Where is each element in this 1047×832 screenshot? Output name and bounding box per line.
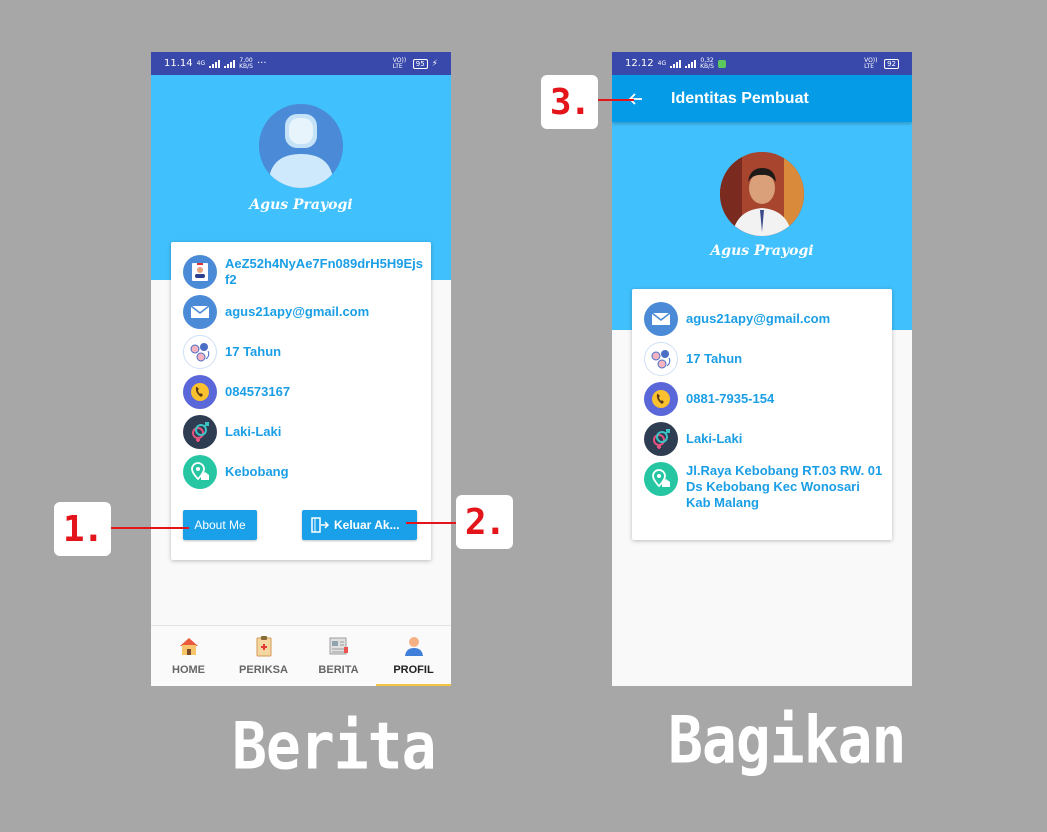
- logout-label: Keluar Ak...: [334, 518, 400, 532]
- info-email: agus21apy@gmail.com: [686, 311, 831, 326]
- location-icon: [183, 455, 217, 489]
- info-row-age: 17 Tahun: [644, 342, 884, 376]
- phone-icon: [644, 382, 678, 416]
- signal-icon-2: [224, 59, 236, 68]
- id-card-icon: [183, 255, 217, 289]
- signal-icon: [670, 59, 682, 68]
- signal-icon: [209, 59, 221, 68]
- email-icon: [644, 302, 678, 336]
- volte-indicator: VO)) LTE: [392, 56, 407, 70]
- info-row-email: agus21apy@gmail.com: [644, 302, 884, 336]
- nav-label-periksa: PERIKSA: [239, 664, 288, 676]
- info-address: Jl.Raya Kebobang RT.03 RW. 01 Ds Keboban…: [686, 463, 883, 510]
- nav-label-home: HOME: [172, 664, 205, 676]
- age-icon: [183, 335, 217, 369]
- about-me-button[interactable]: About Me: [183, 510, 257, 540]
- info-email: agus21apy@gmail.com: [225, 304, 370, 319]
- profile-photo: [720, 152, 804, 236]
- info-gender: Laki-Laki: [686, 431, 743, 446]
- network-type: 4G: [196, 59, 206, 67]
- info-row-gender: Laki-Laki: [644, 422, 884, 456]
- more-dots: ···: [257, 58, 267, 69]
- nav-item-berita[interactable]: BERITA: [301, 626, 376, 686]
- phone-icon: [183, 375, 217, 409]
- status-time: 12.12: [625, 58, 654, 69]
- news-icon: [329, 637, 348, 655]
- network-speed-unit: KB/S: [700, 62, 714, 70]
- battery-indicator: 92: [884, 58, 899, 69]
- logout-button[interactable]: Keluar Ak...: [302, 510, 417, 540]
- bottom-navigation: HOME PERIKSA BERITA PROFIL: [151, 625, 451, 686]
- profile-info-card: AeZ52h4NyAe7Fn089drH5H9Ejsf2 agus21apy@g…: [171, 242, 431, 560]
- info-phone: 084573167: [225, 384, 291, 399]
- about-me-label: About Me: [194, 518, 246, 532]
- app-bar: Identitas Pembuat: [612, 75, 912, 122]
- profile-name: Agus Prayogi: [249, 197, 353, 213]
- avatar-placeholder: [259, 104, 343, 188]
- nav-item-periksa[interactable]: PERIKSA: [226, 626, 301, 686]
- battery-indicator: 95: [412, 58, 428, 69]
- logout-icon: [311, 517, 330, 533]
- info-age: 17 Tahun: [225, 344, 282, 359]
- user-silhouette-icon: [259, 104, 343, 188]
- info-row-user-id: AeZ52h4NyAe7Fn089drH5H9Ejsf2: [183, 255, 423, 289]
- gender-icon: [183, 415, 217, 449]
- info-user-id: AeZ52h4NyAe7Fn089drH5H9Ejsf2: [225, 256, 423, 287]
- age-icon: [644, 342, 678, 376]
- info-row-location: Kebobang: [183, 455, 423, 489]
- profile-icon: [404, 637, 423, 656]
- status-bar: 12.12 4G 0,32 KB/S VO)) LTE 92: [612, 52, 912, 75]
- charging-icon: ⚡: [431, 58, 438, 69]
- network-type: 4G: [657, 59, 667, 67]
- nav-item-home[interactable]: HOME: [151, 626, 226, 686]
- info-row-email: agus21apy@gmail.com: [183, 295, 423, 329]
- app-notification-icon: [718, 59, 726, 68]
- signal-icon-2: [685, 59, 697, 68]
- info-row-address: Jl.Raya Kebobang RT.03 RW. 01 Ds Keboban…: [644, 462, 884, 511]
- location-icon: [644, 462, 678, 496]
- caption-right: Bagikan: [668, 701, 906, 779]
- volte-indicator: VO)) LTE: [864, 56, 878, 70]
- info-gender: Laki-Laki: [225, 424, 282, 439]
- info-row-phone: 084573167: [183, 375, 423, 409]
- callout-label-1: 1.: [54, 502, 111, 556]
- appbar-title: Identitas Pembuat: [671, 89, 809, 107]
- nav-label-profil: PROFIL: [393, 664, 434, 676]
- status-bar: 11.14 4G 7,00 KB/S ··· VO)) LTE 95 ⚡: [151, 52, 451, 75]
- left-phone-screen: 11.14 4G 7,00 KB/S ··· VO)) LTE 95 ⚡ Agu…: [151, 52, 451, 686]
- identity-info-card: agus21apy@gmail.com 17 Tahun 0881-7935-1…: [632, 289, 892, 540]
- callout-pointer-2: [406, 522, 456, 524]
- nav-label-berita: BERITA: [318, 664, 359, 676]
- gender-icon: [644, 422, 678, 456]
- callout-pointer-1: [111, 527, 189, 529]
- home-icon: [179, 638, 198, 655]
- nav-item-profil[interactable]: PROFIL: [376, 626, 451, 686]
- profile-name: Agus Prayogi: [710, 243, 814, 259]
- info-row-age: 17 Tahun: [183, 335, 423, 369]
- info-location: Kebobang: [225, 464, 289, 479]
- callout-pointer-3: [598, 99, 634, 101]
- info-phone: 0881-7935-154: [686, 391, 775, 406]
- network-speed-unit: KB/S: [239, 62, 253, 70]
- info-row-phone: 0881-7935-154: [644, 382, 884, 416]
- info-row-gender: Laki-Laki: [183, 415, 423, 449]
- email-icon: [183, 295, 217, 329]
- clipboard-icon: [256, 636, 271, 657]
- info-age: 17 Tahun: [686, 351, 743, 366]
- status-time: 11.14: [164, 58, 193, 69]
- callout-label-3: 3.: [541, 75, 598, 129]
- caption-left: Berita: [232, 707, 437, 785]
- right-phone-screen: 12.12 4G 0,32 KB/S VO)) LTE 92 Identitas…: [612, 52, 912, 686]
- callout-label-2: 2.: [456, 495, 513, 549]
- person-photo: [720, 152, 804, 236]
